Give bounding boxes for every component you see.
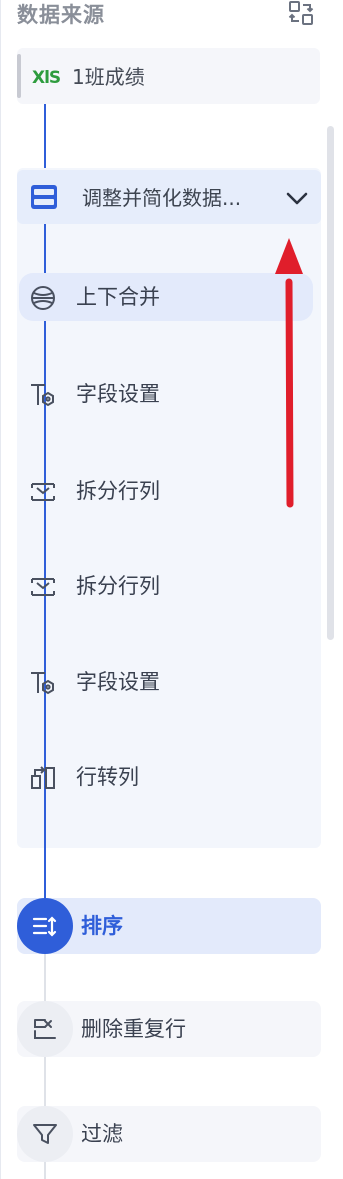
step-circle xyxy=(17,1001,73,1057)
step-label: 拆分行列 xyxy=(76,574,160,598)
table-merge-icon xyxy=(30,184,58,210)
vertical-merge-icon xyxy=(29,284,57,312)
step-circle xyxy=(17,898,73,954)
step-label: 字段设置 xyxy=(76,670,160,694)
swap-layout-icon[interactable] xyxy=(288,0,314,26)
panel-left-border xyxy=(0,0,1,1179)
source-card-accent-bar xyxy=(17,54,21,98)
step-label: 过滤 xyxy=(81,1122,123,1146)
xls-icon: XlS xyxy=(32,68,61,88)
step-group-label: 调整并简化数据... xyxy=(82,186,242,210)
step-circle xyxy=(17,1106,73,1162)
source-card[interactable] xyxy=(17,48,320,104)
step-label: 删除重复行 xyxy=(81,1017,186,1041)
row-to-column-icon xyxy=(29,764,57,792)
step-label: 拆分行列 xyxy=(76,479,160,503)
step-item[interactable]: 拆分行列 xyxy=(19,562,313,610)
annotation-arrow xyxy=(275,238,303,508)
sort-icon xyxy=(32,916,57,937)
field-settings-icon xyxy=(29,669,57,697)
scrollbar[interactable] xyxy=(327,126,334,640)
source-label: 1班成绩 xyxy=(72,65,145,89)
step-item[interactable]: 上下合并 xyxy=(19,273,313,321)
step-label: 上下合并 xyxy=(76,285,160,309)
step-sort[interactable]: 排序 xyxy=(17,898,321,954)
flow-connector xyxy=(44,104,46,170)
split-icon xyxy=(29,573,57,601)
step-label: 字段设置 xyxy=(76,382,160,406)
field-settings-icon xyxy=(29,381,57,409)
flow-connector xyxy=(44,1162,46,1179)
step-item[interactable]: 拆分行列 xyxy=(19,467,313,515)
step-filter[interactable]: 过滤 xyxy=(17,1106,321,1162)
flow-connector xyxy=(44,848,46,900)
dedupe-icon xyxy=(34,1019,56,1039)
split-icon xyxy=(29,478,57,506)
filter-icon xyxy=(33,1124,57,1144)
step-item[interactable]: 字段设置 xyxy=(19,658,313,706)
step-label: 排序 xyxy=(81,914,123,938)
step-item[interactable]: 行转列 xyxy=(19,753,313,801)
flow-connector xyxy=(44,1057,46,1107)
step-item[interactable]: 字段设置 xyxy=(19,370,313,418)
step-label: 行转列 xyxy=(76,765,139,789)
chevron-down-icon[interactable] xyxy=(283,184,311,212)
flow-connector xyxy=(44,954,46,1002)
step-dedupe[interactable]: 删除重复行 xyxy=(17,1001,321,1057)
data-source-title: 数据来源 xyxy=(17,3,105,27)
